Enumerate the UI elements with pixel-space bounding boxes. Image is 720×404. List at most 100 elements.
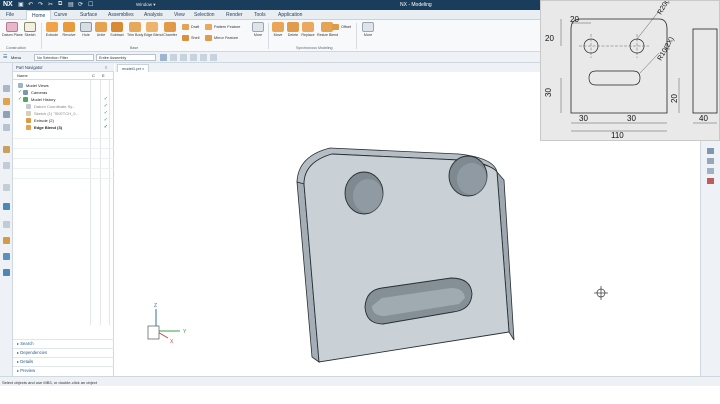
revolve-button[interactable]: Revolve — [61, 22, 77, 44]
move-face-button[interactable]: Move — [270, 22, 286, 44]
replace-face-button[interactable]: Replace — [300, 22, 316, 44]
tab-file[interactable]: File — [6, 12, 14, 18]
tree-row-datum-csys[interactable]: Datum Coordinate Sy... ✓ — [13, 103, 114, 110]
pattern-feature-button[interactable]: Pattern Feature — [205, 24, 240, 30]
subtract-icon — [111, 22, 123, 32]
web-browser-icon[interactable] — [3, 184, 10, 191]
draft-button[interactable]: Draft — [182, 24, 199, 30]
palette-icon[interactable] — [3, 203, 10, 210]
snap-icon[interactable] — [170, 54, 177, 61]
paste-icon[interactable]: ▤ — [68, 1, 74, 8]
check-icon[interactable]: ✓ — [18, 96, 22, 103]
cut-icon[interactable]: ✂ — [48, 1, 53, 8]
clock-icon[interactable] — [3, 221, 10, 228]
tree-row-model-history[interactable]: ✓ Model History ✓ — [13, 96, 114, 103]
history-folder-icon — [23, 97, 28, 102]
tab-view[interactable]: View — [174, 12, 185, 18]
extrude-icon — [46, 22, 58, 32]
close-icon[interactable]: × — [142, 66, 144, 71]
triad-label-y: Y — [183, 329, 187, 335]
tab-selection[interactable]: Selection — [194, 12, 215, 18]
menu-button[interactable]: Menu — [11, 55, 21, 60]
tab-render[interactable]: Render — [226, 12, 242, 18]
pan-icon[interactable] — [707, 168, 714, 174]
tab-tools[interactable]: Tools — [254, 12, 266, 18]
chamfer-button[interactable]: Chamfer — [162, 22, 178, 44]
revolve-icon — [63, 22, 75, 32]
menu-icon[interactable]: ☰ — [3, 54, 7, 60]
snap-icon[interactable] — [190, 54, 197, 61]
view-triad[interactable] — [147, 309, 180, 340]
shell-icon — [182, 35, 189, 41]
crosshair-cursor — [594, 286, 608, 300]
panel-search[interactable]: ▸ Search — [13, 339, 114, 348]
zoom-icon[interactable] — [707, 158, 714, 164]
reuse-library-icon[interactable] — [3, 146, 10, 153]
sketch-button[interactable]: Sketch — [22, 22, 38, 44]
triad-label-z: Z — [154, 303, 157, 309]
tree-row-cameras[interactable]: ✓ Cameras — [13, 89, 114, 96]
subtract-button[interactable]: Subtract — [109, 22, 125, 44]
check-icon[interactable]: ✓ — [18, 89, 22, 96]
assembly-navigator-icon[interactable] — [3, 111, 10, 118]
undo-icon[interactable]: ↶ — [28, 1, 33, 8]
resource-bar — [0, 63, 13, 376]
column-e[interactable]: E — [102, 73, 105, 78]
base-more-button[interactable]: More — [250, 22, 266, 44]
edge-blend-button[interactable]: Edge Blend — [144, 22, 163, 44]
history-icon[interactable] — [3, 162, 10, 169]
tab-application[interactable]: Application — [278, 12, 302, 18]
tree-row-extrude[interactable]: Extrude (2) ✓ — [13, 117, 114, 124]
render-style-icon[interactable] — [707, 178, 714, 184]
panel-preview[interactable]: ▸ Preview — [13, 366, 114, 375]
tab-surface[interactable]: Surface — [80, 12, 97, 18]
datum-plane-button[interactable]: Datum Plane — [2, 22, 23, 44]
selection-filter-dropdown[interactable]: No Selection Filter — [34, 54, 94, 61]
column-name[interactable]: Name — [17, 73, 28, 78]
redo-icon[interactable]: ↷ — [38, 1, 43, 8]
extrude-button[interactable]: Extrude — [44, 22, 60, 44]
delete-face-button[interactable]: Delete — [285, 22, 301, 44]
tree-row-edge-blend[interactable]: Edge Blend (3) ✓ — [13, 124, 114, 131]
snap-icon[interactable] — [200, 54, 207, 61]
hole-button[interactable]: Hole — [78, 22, 94, 44]
sync-more-button[interactable]: More — [360, 22, 376, 44]
tab-assemblies[interactable]: Assemblies — [108, 12, 134, 18]
column-c[interactable]: C — [92, 73, 95, 78]
ai-icon[interactable] — [3, 269, 10, 276]
navigator-icon[interactable] — [3, 85, 10, 92]
selection-scope-dropdown[interactable]: Entire Assembly — [96, 54, 156, 61]
part-navigator-icon[interactable] — [3, 98, 10, 105]
repeat-icon[interactable]: ⟳ — [78, 1, 83, 8]
save-icon[interactable]: ▣ — [18, 1, 24, 8]
snap-icon[interactable] — [180, 54, 187, 61]
mirror-feature-button[interactable]: Mirror Feature — [205, 35, 238, 41]
group-sync-label: Synchronous Modeling — [296, 46, 333, 50]
constraint-navigator-icon[interactable] — [3, 124, 10, 131]
document-tab[interactable]: model1.prt × — [117, 64, 150, 72]
tree-row-sketch[interactable]: Sketch (1) "SKETCH_0... ✓ — [13, 110, 114, 117]
copy-icon[interactable]: ⧉ — [58, 1, 62, 8]
tab-curve[interactable]: Curve — [54, 12, 67, 18]
system-materials-icon[interactable] — [3, 253, 10, 260]
tab-home[interactable]: Home — [26, 10, 52, 20]
offset-region-button[interactable]: Offset — [332, 24, 351, 30]
select-tool-icon[interactable] — [160, 54, 167, 61]
view-icon[interactable] — [707, 148, 714, 154]
hole-shading — [353, 179, 383, 213]
shell-button[interactable]: Shell — [182, 35, 199, 41]
unite-button[interactable]: Unite — [93, 22, 109, 44]
roles-icon[interactable] — [3, 237, 10, 244]
snap-icon[interactable] — [210, 54, 217, 61]
tree-row-model-views[interactable]: Model Views — [13, 82, 114, 89]
panel-dependencies[interactable]: ▸ Dependencies — [13, 348, 114, 357]
window-menu[interactable]: Window ▾ — [136, 2, 156, 8]
camera-icon — [23, 90, 28, 95]
tab-analysis[interactable]: Analysis — [144, 12, 163, 18]
document-tab-strip: model1.prt × — [115, 63, 540, 72]
trim-body-button[interactable]: Trim Body — [127, 22, 143, 44]
drawing-front-outline — [570, 18, 668, 114]
touch-mode-icon[interactable]: ☐ — [88, 1, 93, 8]
menu-icon[interactable]: ≡ — [105, 65, 107, 70]
panel-details[interactable]: ▸ Details — [13, 357, 114, 366]
